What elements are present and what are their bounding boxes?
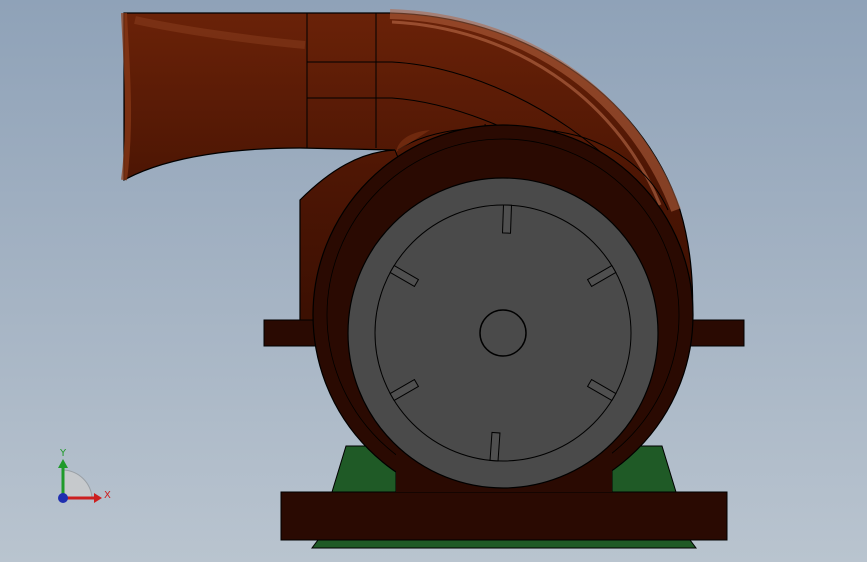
x-axis-label: X (104, 490, 111, 501)
cad-viewport[interactable]: Y X (0, 0, 867, 562)
coordinate-triad[interactable]: Y X (58, 448, 111, 503)
motor-face-slot (489, 431, 501, 462)
z-axis-dot (58, 493, 68, 503)
motor-face-slot (501, 204, 513, 234)
motor-face (347, 177, 659, 489)
triad-view-cone (62, 469, 93, 499)
blower-model-3d-view[interactable]: Y X (0, 0, 867, 562)
y-axis-label: Y (59, 448, 67, 459)
